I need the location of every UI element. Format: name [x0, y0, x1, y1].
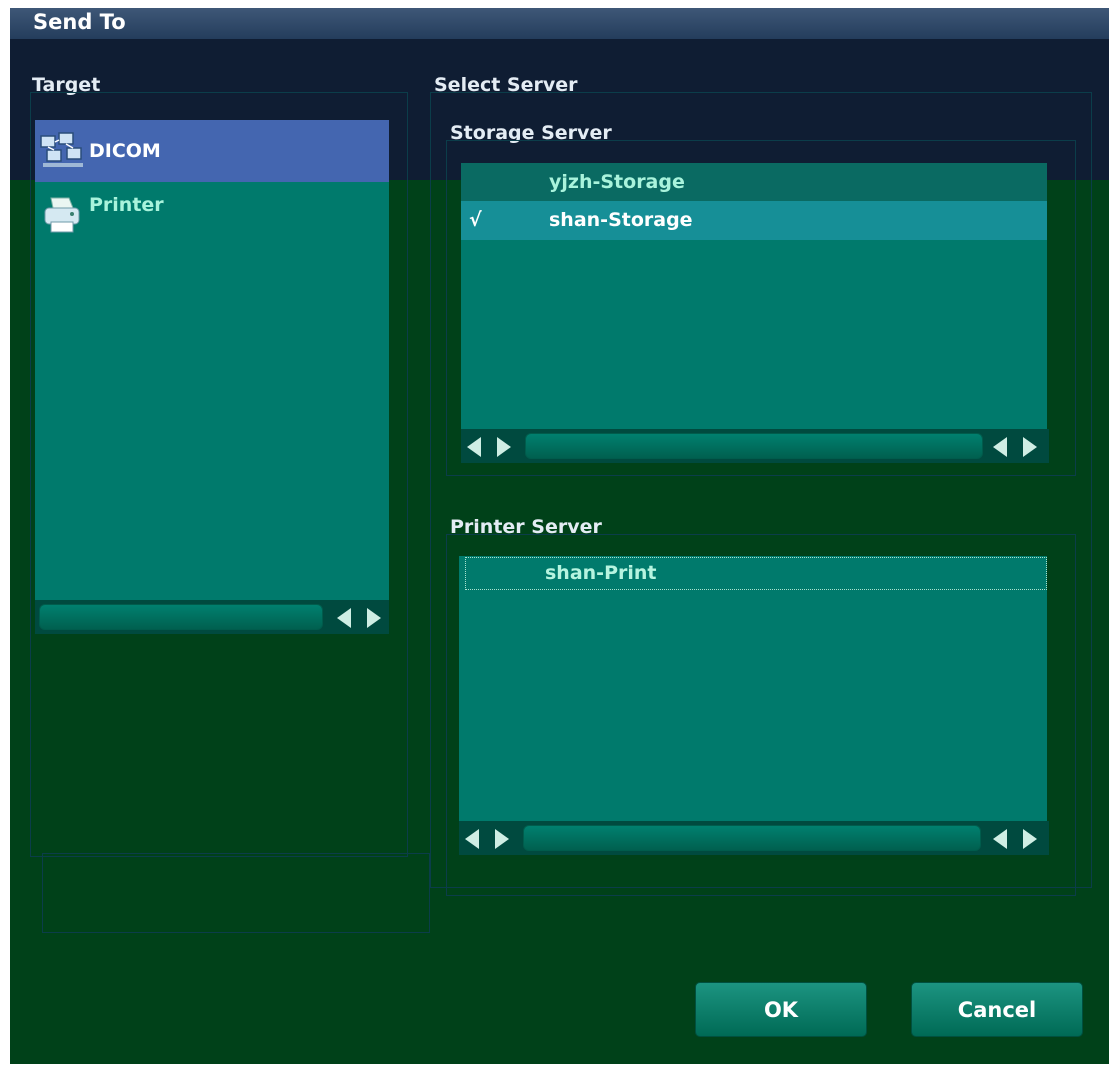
storage-item-label: shan-Storage: [549, 209, 693, 231]
scroll-right-arrow-icon[interactable]: [367, 608, 381, 628]
printer-icon: [44, 197, 80, 233]
printer-server-list[interactable]: shan-Print: [459, 556, 1047, 821]
ok-button[interactable]: OK: [695, 982, 867, 1037]
scroll-track[interactable]: [523, 825, 981, 851]
scroll-left-arrow-icon[interactable]: [993, 829, 1007, 849]
dialog-title: Send To: [33, 10, 126, 34]
cancel-button[interactable]: Cancel: [911, 982, 1083, 1037]
storage-item-yjzh[interactable]: yjzh-Storage: [461, 163, 1047, 201]
target-bottom-frame: [42, 853, 430, 933]
scroll-right-arrow-icon[interactable]: [1023, 829, 1037, 849]
scroll-right-arrow-icon[interactable]: [497, 437, 511, 457]
dicom-network-icon: [40, 132, 83, 167]
scroll-right-arrow-icon[interactable]: [495, 829, 509, 849]
target-item-label: Printer: [89, 194, 164, 216]
scroll-left-arrow-icon[interactable]: [465, 829, 479, 849]
storage-server-list[interactable]: yjzh-Storage √ shan-Storage: [461, 163, 1047, 429]
scroll-left-arrow-icon[interactable]: [993, 437, 1007, 457]
printer-item-label: shan-Print: [545, 562, 657, 584]
storage-hscrollbar[interactable]: [461, 429, 1049, 463]
target-item-label: DICOM: [89, 140, 161, 162]
check-mark: √: [469, 209, 482, 231]
scroll-right-arrow-icon[interactable]: [1023, 437, 1037, 457]
storage-item-label: yjzh-Storage: [549, 171, 685, 193]
target-hscrollbar[interactable]: [35, 600, 389, 634]
target-list[interactable]: DICOM Printer: [35, 120, 389, 600]
target-item-dicom[interactable]: DICOM: [35, 120, 389, 182]
printer-item-shan[interactable]: shan-Print: [465, 557, 1047, 590]
scroll-track[interactable]: [39, 604, 323, 630]
scroll-track[interactable]: [525, 433, 983, 459]
title-bar[interactable]: Send To: [10, 8, 1109, 39]
storage-item-shan[interactable]: √ shan-Storage: [461, 201, 1047, 240]
scroll-left-arrow-icon[interactable]: [337, 608, 351, 628]
send-to-dialog: Send To Target DICOM Printer Select Serv…: [10, 8, 1109, 1064]
target-item-printer[interactable]: Printer: [35, 186, 389, 244]
scroll-left-arrow-icon[interactable]: [467, 437, 481, 457]
printer-hscrollbar[interactable]: [459, 821, 1049, 855]
